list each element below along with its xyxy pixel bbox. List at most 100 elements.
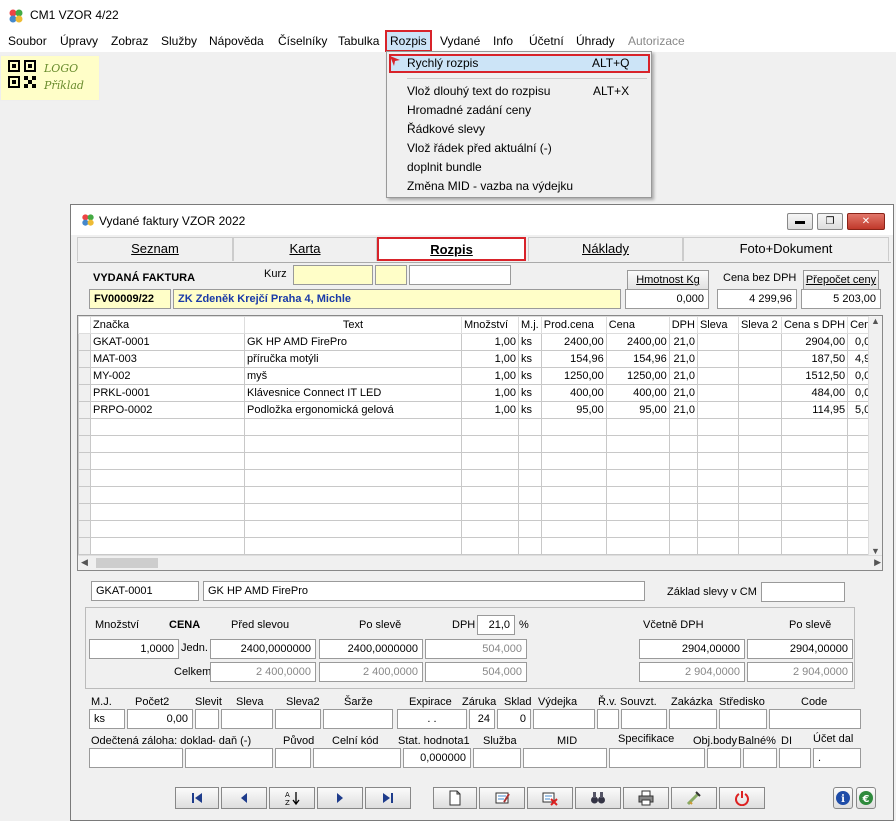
mj-field[interactable]: ks: [89, 709, 125, 729]
sleva2-field[interactable]: [275, 709, 321, 729]
table-cell[interactable]: 2904,00: [780, 333, 849, 351]
detail-name-field[interactable]: GK HP AMD FirePro: [203, 581, 645, 601]
table-cell[interactable]: MAT-003: [90, 350, 245, 368]
table-cell[interactable]: [90, 418, 245, 436]
table-cell[interactable]: [780, 452, 849, 470]
table-cell[interactable]: [605, 418, 670, 436]
doc-number-field[interactable]: FV00009/22: [89, 289, 171, 309]
row-indicator[interactable]: [78, 452, 91, 470]
sort-button[interactable]: AZ: [269, 787, 315, 809]
hmotnost-button[interactable]: Hmotnost Kg: [627, 270, 709, 290]
close-button[interactable]: ✕: [847, 213, 885, 230]
table-cell[interactable]: 1,00: [461, 384, 519, 402]
table-cell[interactable]: [737, 469, 782, 487]
sleva-field[interactable]: [221, 709, 273, 729]
table-cell[interactable]: [540, 486, 607, 504]
table-row-empty[interactable]: [78, 435, 880, 453]
table-row-empty[interactable]: [78, 452, 880, 470]
row-indicator[interactable]: [78, 537, 91, 555]
table-cell[interactable]: příručka motýli: [244, 350, 462, 368]
col-dph[interactable]: DPH: [668, 316, 698, 334]
table-cell[interactable]: [90, 435, 245, 453]
table-cell[interactable]: 400,00: [540, 384, 607, 402]
tab-rozpis[interactable]: Rozpis: [377, 237, 526, 261]
table-cell[interactable]: 1250,00: [605, 367, 670, 385]
minimize-button[interactable]: ▬: [787, 213, 813, 230]
col-mnozstvi[interactable]: Množství: [461, 316, 519, 334]
table-cell[interactable]: MY-002: [90, 367, 245, 385]
zaloha-field[interactable]: [89, 748, 183, 768]
table-cell[interactable]: [605, 503, 670, 521]
table-cell[interactable]: [461, 435, 519, 453]
tab-naklady[interactable]: Náklady: [528, 237, 683, 261]
table-cell[interactable]: [780, 469, 849, 487]
menu-uhrady[interactable]: Úhrady: [576, 34, 615, 48]
table-cell[interactable]: [696, 503, 739, 521]
maximize-button[interactable]: ❐: [817, 213, 843, 230]
table-cell[interactable]: [90, 520, 245, 538]
dd-vloz-dlouhy-text[interactable]: Vlož dlouhý text do rozpisu: [407, 84, 550, 98]
table-cell[interactable]: [696, 333, 739, 351]
col-sleva2[interactable]: Sleva 2: [737, 316, 782, 334]
row-indicator[interactable]: [78, 333, 91, 351]
table-cell[interactable]: [737, 367, 782, 385]
table-cell[interactable]: [737, 418, 782, 436]
table-cell[interactable]: Klávesnice Connect IT LED: [244, 384, 462, 402]
dd-radkove-slevy[interactable]: Řádkové slevy: [407, 122, 485, 136]
table-cell[interactable]: [737, 503, 782, 521]
vydejka-field[interactable]: [533, 709, 595, 729]
mnozstvi-field[interactable]: 1,0000: [89, 639, 179, 659]
jedn-po-field[interactable]: 2400,0000000: [319, 639, 423, 659]
table-cell[interactable]: [461, 503, 519, 521]
menu-vydane[interactable]: Vydané: [440, 34, 480, 48]
menu-info[interactable]: Info: [493, 34, 513, 48]
table-cell[interactable]: 21,0: [668, 384, 698, 402]
table-cell[interactable]: myš: [244, 367, 462, 385]
row-indicator[interactable]: [78, 469, 91, 487]
table-cell[interactable]: [696, 537, 739, 555]
table-cell[interactable]: [540, 537, 607, 555]
table-cell[interactable]: 2400,00: [605, 333, 670, 351]
prev-record-button[interactable]: [221, 787, 267, 809]
ucet-dal-field[interactable]: .: [813, 748, 861, 768]
specifikace-field[interactable]: [609, 748, 705, 768]
exit-button[interactable]: [719, 787, 765, 809]
table-cell[interactable]: [90, 503, 245, 521]
edit-button[interactable]: [479, 787, 525, 809]
dd-rychly-rozpis[interactable]: Rychlý rozpis: [407, 56, 478, 70]
table-cell[interactable]: [668, 520, 698, 538]
table-cell[interactable]: 21,0: [668, 350, 698, 368]
table-cell[interactable]: [780, 486, 849, 504]
row-indicator[interactable]: [78, 503, 91, 521]
table-row[interactable]: PRKL-0001 Klávesnice Connect IT LED 1,00 ks…: [78, 384, 880, 402]
menu-zobraz[interactable]: Zobraz: [111, 34, 148, 48]
code-field[interactable]: [769, 709, 861, 729]
scroll-thumb[interactable]: [96, 558, 158, 568]
menu-ciselniky[interactable]: Číselníky: [278, 34, 327, 48]
row-indicator[interactable]: [78, 401, 91, 419]
balne-field[interactable]: [743, 748, 777, 768]
zakazka-field[interactable]: [669, 709, 717, 729]
table-cell[interactable]: [90, 469, 245, 487]
menu-sluzby[interactable]: Služby: [161, 34, 197, 48]
di-field[interactable]: [779, 748, 811, 768]
col-sleva[interactable]: Sleva: [696, 316, 739, 334]
table-cell[interactable]: 95,00: [540, 401, 607, 419]
table-cell[interactable]: 1,00: [461, 333, 519, 351]
table-cell[interactable]: [668, 537, 698, 555]
tab-seznam[interactable]: Seznam: [77, 237, 233, 261]
table-cell[interactable]: 400,00: [605, 384, 670, 402]
col-cena[interactable]: Cena: [605, 316, 670, 334]
table-row[interactable]: GKAT-0001 GK HP AMD FirePro 1,00 ks 2400,00 2…: [78, 333, 880, 351]
scroll-right-icon[interactable]: ▶: [874, 557, 881, 568]
table-cell[interactable]: [518, 435, 542, 453]
table-cell[interactable]: 21,0: [668, 401, 698, 419]
table-cell[interactable]: [605, 486, 670, 504]
table-cell[interactable]: [461, 520, 519, 538]
table-cell[interactable]: [780, 435, 849, 453]
row-indicator[interactable]: [78, 418, 91, 436]
table-cell[interactable]: [244, 435, 462, 453]
table-cell[interactable]: ks: [518, 384, 542, 402]
zaklad-slevy-field[interactable]: [761, 582, 845, 602]
table-row-empty[interactable]: [78, 537, 880, 555]
